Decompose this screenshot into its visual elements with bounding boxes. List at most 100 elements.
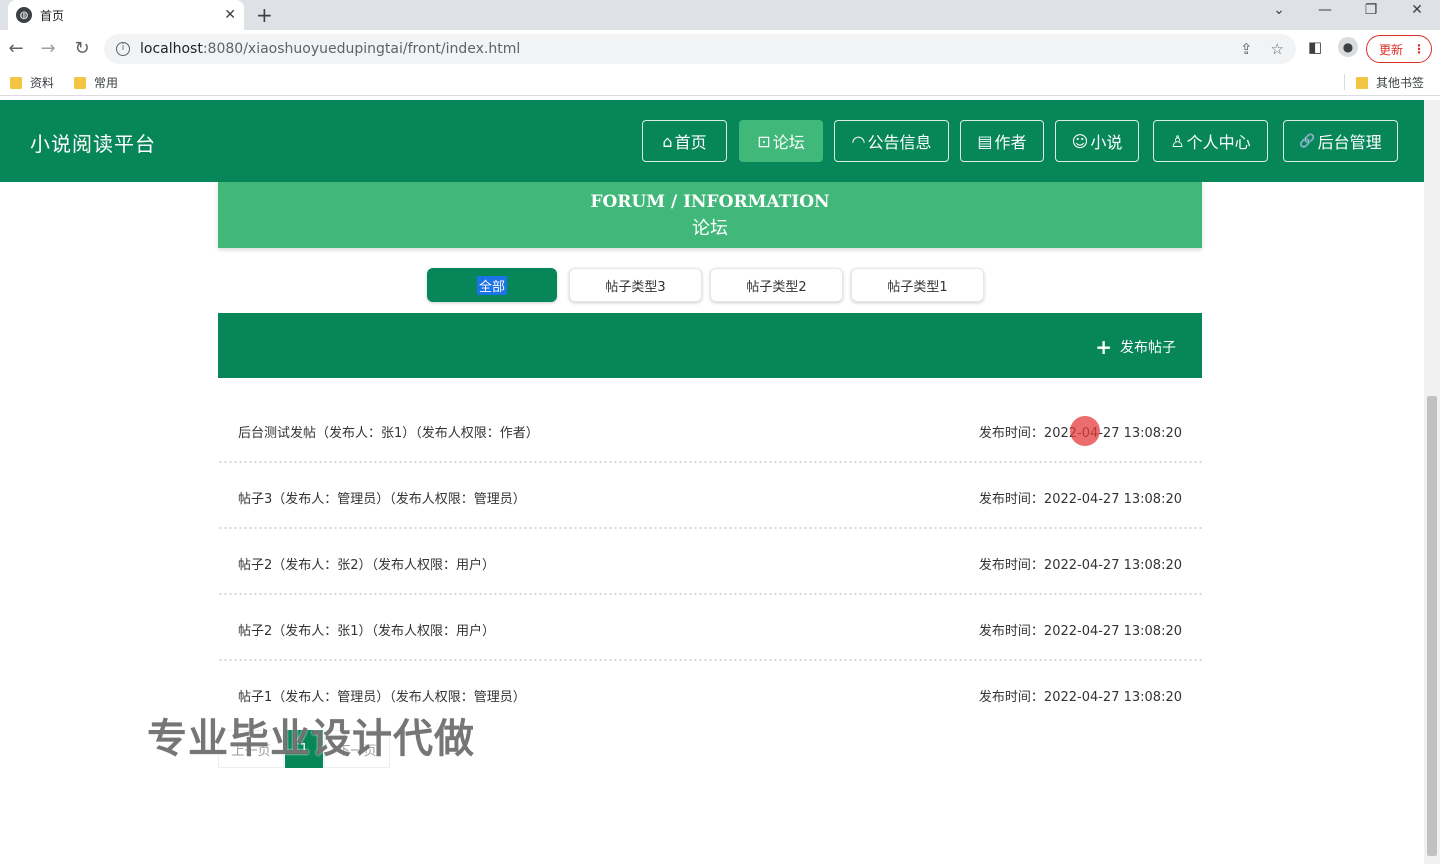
filter-label: 帖子类型3 <box>605 279 666 295</box>
publish-post-button[interactable]: + 发布帖子 <box>1095 337 1176 357</box>
new-tab-button[interactable]: + <box>256 3 273 27</box>
site-header: 小说阅读平台 ⌂ 首页 ⊡ 论坛 ◠ 公告信息 ▤ 作者 ☺ 小说 ♙ 个人中心 🔗 后台管理 <box>0 100 1424 182</box>
user-icon: ♙ <box>1170 131 1185 151</box>
time-value: 2022-04-27 13:08:20 <box>1043 690 1182 705</box>
bookmarks-divider <box>1344 74 1345 90</box>
mouse-cursor-highlight <box>1070 416 1100 446</box>
time-label: 发布时间： <box>978 558 1044 573</box>
filter-type-3[interactable]: 帖子类型3 <box>569 268 702 302</box>
cloud-icon: ◠ <box>851 131 866 151</box>
back-icon[interactable]: ← <box>0 38 32 59</box>
filter-type-2[interactable]: 帖子类型2 <box>710 268 843 302</box>
time-value: 2022-04-27 13:08:20 <box>1043 558 1182 573</box>
post-time: 发布时间：2022-04-27 13:08:20 <box>979 488 1182 507</box>
smile-icon: ☺ <box>1071 131 1089 151</box>
nav-novels[interactable]: ☺ 小说 <box>1055 120 1139 162</box>
site-info-icon[interactable]: i <box>116 42 130 56</box>
time-label: 发布时间： <box>978 492 1044 507</box>
post-row[interactable]: 帖子2（发布人：张1）（发布人权限：用户） 发布时间：2022-04-27 13… <box>218 596 1202 662</box>
nav-home[interactable]: ⌂ 首页 <box>642 120 727 162</box>
nav-authors[interactable]: ▤ 作者 <box>960 120 1044 162</box>
document-icon: ▤ <box>977 131 993 151</box>
folder-icon <box>10 76 22 89</box>
filter-all[interactable]: 全部 <box>427 268 557 302</box>
filter-type-1[interactable]: 帖子类型1 <box>851 268 984 302</box>
folder-icon <box>1356 76 1368 89</box>
nav-label: 后台管理 <box>1317 133 1382 152</box>
post-title[interactable]: 后台测试发帖（发布人：张1）（发布人权限：作者） <box>238 422 539 441</box>
nav-announcements[interactable]: ◠ 公告信息 <box>834 120 949 162</box>
link-icon: 🔗 <box>1299 133 1316 149</box>
browser-tab[interactable]: ◍ 首页 ✕ <box>8 0 244 30</box>
post-time: 发布时间：2022-04-27 13:08:20 <box>979 554 1182 573</box>
post-time: 发布时间：2022-04-27 13:08:20 <box>979 686 1182 705</box>
time-value: 2022-04-27 13:08:20 <box>1043 426 1182 441</box>
nav-label: 论坛 <box>772 133 805 152</box>
nav-label: 小说 <box>1090 133 1123 152</box>
section-banner: FORUM / INFORMATION 论坛 <box>218 182 1202 248</box>
time-value: 2022-04-27 13:08:20 <box>1043 624 1182 639</box>
page-viewport: 小说阅读平台 ⌂ 首页 ⊡ 论坛 ◠ 公告信息 ▤ 作者 ☺ 小说 ♙ 个人中心 🔗 后台管理… <box>0 100 1424 864</box>
filter-label: 全部 <box>476 275 507 295</box>
forward-icon[interactable]: → <box>32 38 64 59</box>
filter-label: 帖子类型2 <box>746 279 807 295</box>
tab-search-icon[interactable]: ⌄ <box>1256 2 1302 18</box>
profile-avatar-icon[interactable]: ● <box>1338 37 1358 57</box>
nav-label: 作者 <box>994 133 1027 152</box>
time-label: 发布时间： <box>978 690 1044 705</box>
nav-forum[interactable]: ⊡ 论坛 <box>739 120 823 162</box>
globe-icon: ◍ <box>16 7 32 23</box>
forum-icon: ⊡ <box>757 131 771 151</box>
banner-title-en: FORUM / INFORMATION <box>590 192 830 212</box>
share-icon[interactable]: ⇪ <box>1240 40 1253 58</box>
nav-admin[interactable]: 🔗 后台管理 <box>1283 120 1398 162</box>
update-button[interactable]: 更新 ⋮ <box>1366 35 1432 63</box>
bookmark-folder[interactable]: 资料 <box>10 74 54 91</box>
browser-tabstrip: ◍ 首页 ✕ + ⌄ — ❐ ✕ <box>0 0 1440 30</box>
address-bar[interactable]: i localhost:8080/xiaoshuoyuedupingtai/fr… <box>104 34 1296 64</box>
more-menu-icon[interactable]: ⋮ <box>1413 42 1425 56</box>
other-bookmarks-label: 其他书签 <box>1376 76 1425 90</box>
post-title[interactable]: 帖子1（发布人：管理员）（发布人权限：管理员） <box>238 686 526 705</box>
url-host: localhost <box>140 41 203 57</box>
bookmark-folder[interactable]: 常用 <box>74 74 118 91</box>
post-row[interactable]: 帖子3（发布人：管理员）（发布人权限：管理员） 发布时间：2022-04-27 … <box>218 464 1202 530</box>
site-brand: 小说阅读平台 <box>30 132 156 156</box>
scrollbar-thumb[interactable] <box>1427 396 1437 856</box>
minimize-icon[interactable]: — <box>1302 2 1348 18</box>
bookmarks-bar: 资料 常用 其他书签 <box>0 68 1440 96</box>
nav-label: 个人中心 <box>1186 133 1251 152</box>
bookmark-label: 常用 <box>94 76 119 90</box>
tab-title: 首页 <box>40 8 65 23</box>
bookmark-star-icon[interactable]: ☆ <box>1271 40 1284 58</box>
other-bookmarks[interactable]: 其他书签 <box>1356 74 1424 91</box>
post-time: 发布时间：2022-04-27 13:08:20 <box>979 620 1182 639</box>
watermark-text: 专业毕业设计代做 <box>147 716 475 762</box>
nav-label: 公告信息 <box>867 133 932 152</box>
reload-icon[interactable]: ↻ <box>66 38 98 59</box>
forum-action-bar: + 发布帖子 <box>218 313 1202 378</box>
page-scrollbar[interactable] <box>1424 100 1440 864</box>
browser-toolbar: ← → ↻ i localhost:8080/xiaoshuoyueduping… <box>0 30 1440 68</box>
restore-icon[interactable]: ❐ <box>1348 2 1394 18</box>
post-title[interactable]: 帖子2（发布人：张1）（发布人权限：用户） <box>238 620 495 639</box>
url-path: :8080/xiaoshuoyuedupingtai/front/index.h… <box>202 41 521 57</box>
filter-label: 帖子类型1 <box>887 279 948 295</box>
nav-personal-center[interactable]: ♙ 个人中心 <box>1153 120 1268 162</box>
bookmark-label: 资料 <box>30 76 55 90</box>
banner-title-cn: 论坛 <box>692 218 728 239</box>
side-panel-icon[interactable]: ◧ <box>1308 38 1322 56</box>
home-icon: ⌂ <box>662 131 673 151</box>
close-tab-icon[interactable]: ✕ <box>224 7 236 23</box>
update-label: 更新 <box>1379 42 1404 57</box>
nav-label: 首页 <box>674 133 707 152</box>
post-title[interactable]: 帖子2（发布人：张2）（发布人权限：用户） <box>238 554 495 573</box>
plus-icon: + <box>1095 335 1112 359</box>
publish-post-label: 发布帖子 <box>1120 340 1176 356</box>
folder-icon <box>74 76 86 89</box>
close-window-icon[interactable]: ✕ <box>1394 2 1440 18</box>
post-row[interactable]: 帖子2（发布人：张2）（发布人权限：用户） 发布时间：2022-04-27 13… <box>218 530 1202 596</box>
post-title[interactable]: 帖子3（发布人：管理员）（发布人权限：管理员） <box>238 488 526 507</box>
time-value: 2022-04-27 13:08:20 <box>1043 492 1182 507</box>
post-row[interactable]: 后台测试发帖（发布人：张1）（发布人权限：作者） 发布时间：2022-04-27… <box>218 398 1202 464</box>
